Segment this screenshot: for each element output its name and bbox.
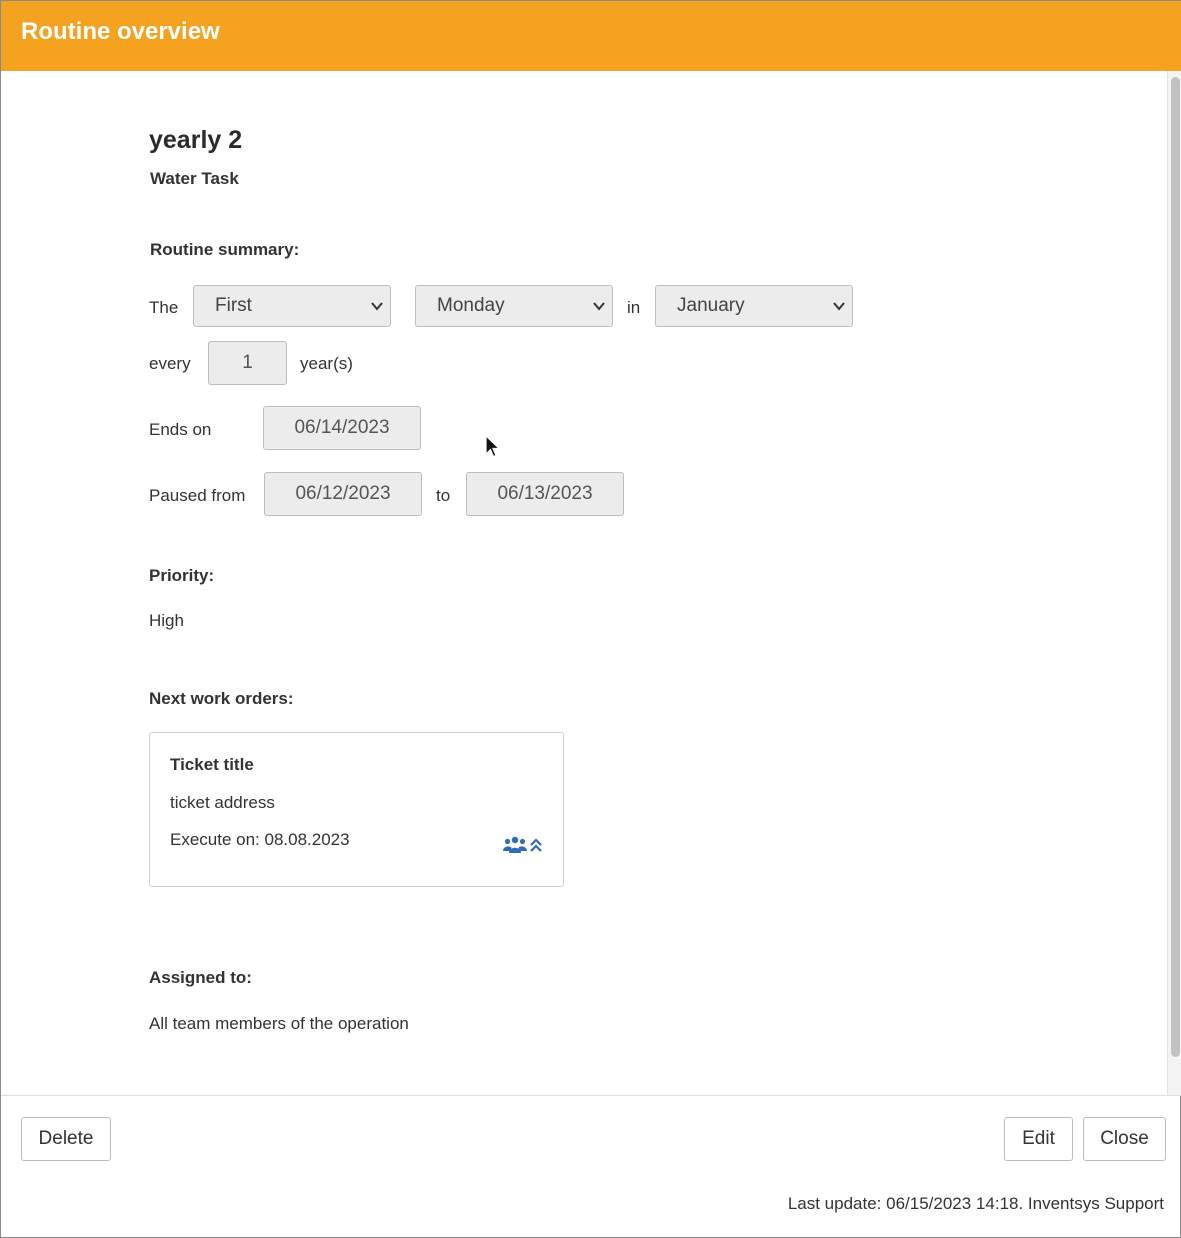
delete-button[interactable]: Delete [21, 1117, 111, 1161]
chevron-down-icon [371, 302, 383, 311]
weekday-select-value: Monday [437, 295, 505, 316]
paused-to-date-field[interactable]: 06/13/2023 [466, 472, 624, 516]
paused-from-label: Paused from [149, 486, 246, 505]
chevron-down-icon [833, 302, 845, 311]
vertical-scrollbar[interactable] [1167, 71, 1181, 1095]
last-update-text: Last update: 06/15/2023 14:18. Inventsys… [787, 1194, 1164, 1213]
priority-heading: Priority: [149, 566, 215, 585]
close-button[interactable]: Close [1083, 1117, 1166, 1161]
routine-overview-dialog: Routine overview yearly 2 Water Task Rou… [0, 0, 1181, 1238]
ordinal-select-value: First [215, 295, 252, 316]
next-work-orders-heading: Next work orders: [149, 689, 294, 708]
dialog-header: Routine overview [1, 1, 1181, 71]
dialog-body: yearly 2 Water Task Routine summary: The… [1, 71, 1167, 1095]
ends-on-date-field[interactable]: 06/14/2023 [263, 406, 421, 450]
assigned-to-heading: Assigned to: [149, 968, 252, 987]
interval-input[interactable]: 1 [208, 341, 287, 385]
work-order-address: ticket address [170, 793, 275, 812]
scrollbar-thumb[interactable] [1171, 77, 1180, 1057]
routine-name: yearly 2 [149, 126, 243, 154]
work-order-execute-date: Execute on: 08.08.2023 [170, 830, 350, 849]
weekday-select[interactable]: Monday [415, 285, 613, 327]
priority-high-icon [530, 838, 542, 852]
team-icon [503, 836, 527, 853]
paused-from-date-field[interactable]: 06/12/2023 [264, 472, 422, 516]
work-order-card[interactable]: Ticket title ticket address Execute on: … [149, 732, 564, 887]
dialog-title: Routine overview [21, 18, 220, 45]
routine-summary-heading: Routine summary: [150, 240, 300, 259]
chevron-down-icon [593, 302, 605, 311]
the-label: The [149, 298, 179, 317]
ends-on-label: Ends on [149, 420, 212, 439]
every-label: every [149, 354, 191, 373]
priority-value: High [149, 611, 184, 630]
month-select-value: January [677, 295, 745, 316]
to-label: to [436, 486, 451, 505]
in-label: in [627, 298, 641, 317]
work-order-title: Ticket title [170, 755, 254, 774]
interval-unit-label: year(s) [300, 354, 353, 373]
edit-button[interactable]: Edit [1004, 1117, 1073, 1161]
footer-divider [1, 1095, 1181, 1096]
mouse-cursor-icon [485, 435, 501, 458]
routine-type: Water Task [150, 169, 239, 188]
assigned-to-value: All team members of the operation [149, 1014, 409, 1033]
ordinal-select[interactable]: First [193, 285, 391, 327]
month-select[interactable]: January [655, 285, 853, 327]
